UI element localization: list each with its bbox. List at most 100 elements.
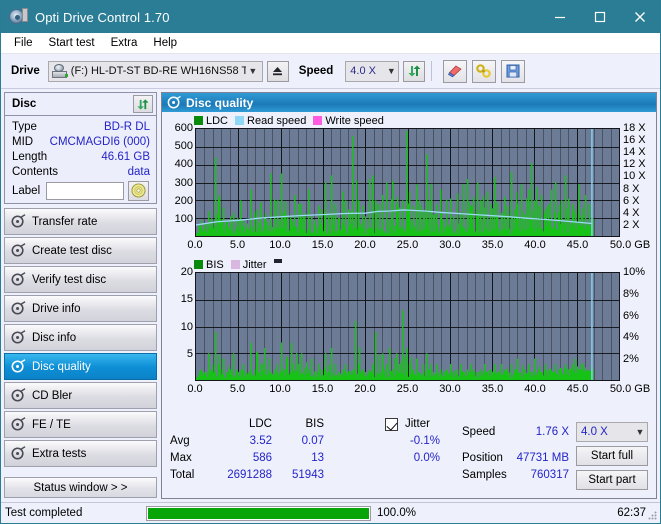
disc-info-panel: Disc Type BD-R DL MID CMCMAGDI6 (000) Le… bbox=[4, 92, 157, 204]
stats-header-bis: BIS bbox=[305, 418, 324, 430]
disc-test-icon bbox=[10, 301, 27, 316]
x-tick-label: 50.0 GB bbox=[609, 239, 651, 251]
stats-samples-value: 760317 bbox=[530, 469, 569, 481]
x-tick-label: 0.0 bbox=[187, 383, 203, 395]
x-tick-label: 40.0 bbox=[524, 383, 546, 395]
ldc-chart: LDC Read speed Write speed 100 200 300 400 500… bbox=[162, 112, 656, 256]
disc-panel-title: Disc bbox=[12, 98, 37, 110]
disc-test-icon bbox=[10, 388, 27, 403]
ldc-y-axis: 100 200 300 400 500 600 bbox=[162, 112, 193, 256]
disc-row-key: Type bbox=[12, 120, 37, 133]
test-speed-value: 4.0 X bbox=[581, 426, 608, 438]
resize-grip[interactable] bbox=[647, 510, 658, 521]
speed-select[interactable]: 4.0 X ▼ bbox=[345, 60, 400, 82]
refresh-button[interactable] bbox=[403, 60, 426, 82]
maximize-icon[interactable] bbox=[580, 1, 620, 33]
y-tick-label: 600 bbox=[174, 122, 193, 134]
progress-fill bbox=[148, 507, 369, 519]
menu-bar: File Start test Extra Help bbox=[1, 33, 660, 54]
disc-row-type: Type BD-R DL bbox=[5, 119, 156, 134]
toolbar-divider bbox=[431, 61, 433, 81]
x-tick-label: 35.0 bbox=[481, 383, 504, 395]
disc-label-button[interactable] bbox=[128, 180, 150, 201]
x-tick-label: 25.0 bbox=[396, 239, 419, 251]
x-tick-label: 30.0 bbox=[439, 383, 461, 395]
content-title: Disc quality bbox=[186, 95, 254, 110]
y2-tick-label: 14 X bbox=[623, 146, 646, 159]
sidebar-item-drive-info[interactable]: Drive info bbox=[4, 295, 157, 322]
menu-file[interactable]: File bbox=[6, 35, 41, 51]
status-bar: Test completed 100.0% 62:37 bbox=[1, 502, 660, 523]
x-tick-label: 45.0 bbox=[566, 239, 589, 251]
optical-drive-icon bbox=[51, 64, 68, 78]
sidebar-item-create-test-disc[interactable]: Create test disc bbox=[4, 237, 157, 264]
y2-tick-label: 2 X bbox=[623, 218, 640, 231]
menu-start-test[interactable]: Start test bbox=[41, 35, 103, 51]
sidebar-item-fe-te[interactable]: FE / TE bbox=[4, 411, 157, 438]
test-speed-select[interactable]: 4.0 X ▼ bbox=[576, 422, 648, 442]
sidebar-item-disc-info[interactable]: Disc info bbox=[4, 324, 157, 351]
statistics-panel: LDC BIS Jitter Avg 3.52 0.07 -0.1% Max 5… bbox=[162, 414, 656, 498]
eraser-button[interactable] bbox=[443, 59, 468, 83]
stats-max-bis: 13 bbox=[311, 452, 324, 464]
progress-bar bbox=[146, 505, 371, 521]
progress-percent: 100.0% bbox=[377, 507, 417, 519]
y2-tick-label: 10 X bbox=[623, 170, 646, 183]
x-tick-label: 5.0 bbox=[229, 383, 246, 395]
eject-button[interactable] bbox=[266, 60, 289, 82]
disc-test-icon bbox=[10, 417, 27, 432]
jitter-checkbox[interactable] bbox=[385, 418, 398, 431]
y2-tick-label: 6 X bbox=[623, 194, 640, 207]
sidebar-item-label: Disc info bbox=[32, 331, 77, 344]
stats-position-value: 47731 MB bbox=[516, 452, 569, 464]
stats-row-label-avg: Avg bbox=[170, 435, 190, 447]
x-tick-label: 10.0 bbox=[269, 383, 291, 395]
disc-refresh-button[interactable] bbox=[133, 95, 153, 113]
sidebar-item-verify-test-disc[interactable]: Verify test disc bbox=[4, 266, 157, 293]
sidebar-item-extra-tests[interactable]: Extra tests bbox=[4, 440, 157, 467]
x-tick-label: 0.0 bbox=[187, 239, 203, 251]
sidebar-item-cd-bler[interactable]: CD Bler bbox=[4, 382, 157, 409]
menu-help[interactable]: Help bbox=[145, 35, 185, 51]
tools-button[interactable] bbox=[472, 59, 497, 83]
disc-row-value: 46.61 GB bbox=[101, 150, 150, 163]
disc-row-key: Contents bbox=[12, 165, 59, 178]
bis-plot-area bbox=[195, 272, 620, 381]
start-full-button[interactable]: Start full bbox=[576, 446, 648, 466]
sidebar-item-disc-quality[interactable]: Disc quality bbox=[4, 353, 157, 380]
y2-tick-label: 8% bbox=[623, 287, 639, 300]
sidebar-item-transfer-rate[interactable]: Transfer rate bbox=[4, 208, 157, 235]
stats-max-ldc: 586 bbox=[252, 452, 272, 464]
sidebar-item-label: Extra tests bbox=[32, 447, 87, 460]
close-icon[interactable] bbox=[620, 1, 660, 33]
start-part-button[interactable]: Start part bbox=[576, 470, 648, 490]
y-tick-label: 5 bbox=[186, 347, 193, 360]
stats-speed-value: 1.76 X bbox=[535, 426, 569, 438]
y2-tick-label: 4 X bbox=[623, 206, 640, 219]
app-disc-icon bbox=[9, 8, 28, 26]
disc-row-value: CMCMAGDI6 (000) bbox=[49, 135, 150, 148]
disc-row-key: Length bbox=[12, 150, 48, 163]
minimize-icon[interactable] bbox=[540, 1, 580, 33]
save-button[interactable] bbox=[501, 59, 526, 83]
status-window-button[interactable]: Status window > > bbox=[4, 477, 157, 498]
status-window-label: Status window > > bbox=[33, 481, 128, 494]
menu-extra[interactable]: Extra bbox=[103, 35, 146, 51]
disc-test-icon bbox=[10, 243, 27, 258]
disc-label-input[interactable] bbox=[46, 181, 125, 200]
stats-row-label-max: Max bbox=[170, 452, 192, 464]
disc-row-value: BD-R DL bbox=[103, 120, 150, 133]
speed-select-value: 4.0 X bbox=[350, 65, 376, 77]
drive-select[interactable]: (F:) HL-DT-ST BD-RE WH16NS58 TST4 ▼ bbox=[47, 60, 263, 82]
status-text: Test completed bbox=[5, 507, 83, 519]
chevron-down-icon: ▼ bbox=[635, 427, 645, 437]
disc-row-contents: Contents data bbox=[5, 164, 156, 179]
ldc-plot-area bbox=[195, 128, 620, 237]
chevron-down-icon: ▼ bbox=[386, 66, 396, 76]
content-header: Disc quality bbox=[162, 93, 656, 112]
x-tick-label: 40.0 bbox=[524, 239, 546, 251]
disc-test-icon bbox=[10, 359, 27, 374]
x-tick-label: 5.0 bbox=[229, 239, 246, 251]
disc-label-row: Label bbox=[5, 179, 156, 203]
stats-avg-ldc: 3.52 bbox=[249, 435, 272, 447]
